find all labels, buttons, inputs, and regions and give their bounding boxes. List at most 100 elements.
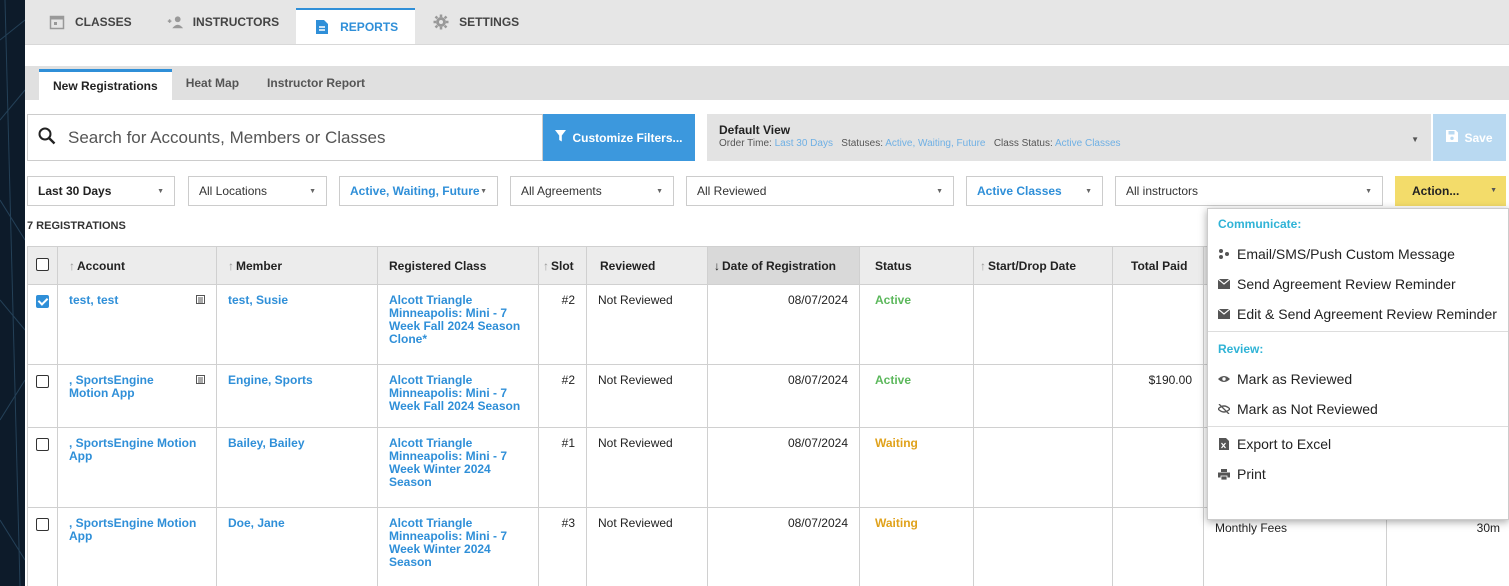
excel-icon: [1218, 438, 1230, 450]
account-link[interactable]: , SportsEngine Motion App: [57, 507, 217, 586]
reviewed-select[interactable]: All Reviewed ▼: [686, 176, 954, 206]
customize-filters-button[interactable]: Customize Filters...: [543, 114, 695, 161]
menu-item-export-excel[interactable]: Export to Excel: [1208, 429, 1508, 459]
row-select-cell: [27, 427, 58, 508]
row-checkbox[interactable]: [36, 438, 49, 451]
note-icon[interactable]: [196, 375, 205, 384]
select-all-checkbox[interactable]: [36, 257, 49, 271]
column-header-date-of-registration[interactable]: ↓ Date of Registration: [707, 246, 860, 285]
date-cell: 08/07/2024: [707, 507, 860, 586]
save-button[interactable]: Save: [1433, 114, 1506, 161]
member-link[interactable]: test, Susie: [216, 284, 378, 365]
chevron-down-icon: ▼: [157, 188, 164, 195]
agreements-select[interactable]: All Agreements ▼: [510, 176, 674, 206]
menu-item-mark-reviewed[interactable]: Mark as Reviewed: [1208, 364, 1508, 394]
filter-icon: [555, 130, 567, 145]
row-checkbox[interactable]: [36, 375, 49, 388]
chevron-down-icon: ▼: [1411, 135, 1419, 144]
subtab-instructor-report[interactable]: Instructor Report: [253, 66, 379, 100]
reviewed-cell: Not Reviewed: [586, 427, 708, 508]
member-link[interactable]: Doe, Jane: [216, 507, 378, 586]
slot-cell: #2: [538, 364, 587, 428]
tab-reports[interactable]: REPORTS: [296, 8, 416, 44]
total-paid-cell: $190.00: [1112, 364, 1204, 428]
member-link[interactable]: Bailey, Bailey: [216, 427, 378, 508]
sort-arrow-down-icon: ↓: [714, 258, 720, 273]
status-badge: Active: [859, 364, 974, 428]
menu-item-custom-message[interactable]: Email/SMS/Push Custom Message: [1208, 239, 1508, 269]
instructors-select[interactable]: All instructors ▼: [1115, 176, 1383, 206]
status-badge: Waiting: [859, 507, 974, 586]
action-dropdown-button[interactable]: Action... ▼: [1395, 176, 1506, 206]
reviewed-cell: Not Reviewed: [586, 364, 708, 428]
column-header-member[interactable]: ↑ Member: [216, 246, 378, 285]
class-link[interactable]: Alcott Triangle Minneapolis: Mini - 7 We…: [377, 284, 539, 365]
class-status-label: Class Status:: [993, 138, 1053, 149]
period-select[interactable]: Last 30 Days ▼: [27, 176, 175, 206]
column-header-status[interactable]: Status: [859, 246, 974, 285]
chevron-down-icon: ▼: [936, 188, 943, 195]
main-tab-bar: CLASSES INSTRUCTORS REPORTS SETTINGS: [25, 0, 1509, 45]
column-header-start-drop-date[interactable]: ↑ Start/Drop Date: [973, 246, 1113, 285]
view-title: Default View: [719, 123, 791, 137]
menu-item-print[interactable]: Print: [1208, 459, 1508, 489]
column-header-reviewed[interactable]: Reviewed: [586, 246, 708, 285]
class-link[interactable]: Alcott Triangle Minneapolis: Mini - 7 We…: [377, 507, 539, 586]
saved-view-selector[interactable]: Default View Order Time: Last 30 Days St…: [707, 114, 1431, 161]
subtab-new-registrations[interactable]: New Registrations: [39, 69, 172, 100]
statuses-label: Statuses:: [841, 138, 883, 149]
tab-label: INSTRUCTORS: [192, 15, 280, 29]
subtab-heat-map[interactable]: Heat Map: [172, 66, 253, 100]
select-all-cell: [27, 246, 58, 285]
column-header-slot[interactable]: ↑ Slot: [538, 246, 587, 285]
customize-filters-label: Customize Filters...: [572, 130, 683, 145]
note-icon[interactable]: [196, 295, 205, 304]
class-link[interactable]: Alcott Triangle Minneapolis: Mini - 7 We…: [377, 364, 539, 428]
start-drop-date-cell: [973, 427, 1113, 508]
statuses-value: Active, Waiting, Future: [885, 138, 986, 149]
tab-classes[interactable]: CLASSES: [31, 0, 149, 44]
tab-instructors[interactable]: INSTRUCTORS: [149, 0, 296, 44]
class-status-select[interactable]: Active Classes ▼: [966, 176, 1103, 206]
order-time-label: Order Time:: [719, 138, 772, 149]
tab-label: CLASSES: [75, 15, 132, 29]
column-header-registered-class[interactable]: Registered Class: [377, 246, 539, 285]
search-input[interactable]: [68, 127, 528, 148]
account-link[interactable]: , SportsEngine Motion App: [57, 427, 217, 508]
locations-value: All Locations: [199, 184, 268, 198]
menu-item-edit-send-agreement-reminder[interactable]: Edit & Send Agreement Review Reminder: [1208, 299, 1508, 329]
account-link[interactable]: , SportsEngine Motion App: [69, 374, 196, 400]
menu-divider: [1208, 426, 1508, 427]
search-icon: [38, 127, 56, 148]
search-box: [27, 114, 543, 161]
tab-label: SETTINGS: [459, 15, 520, 29]
class-status-value: Active Classes: [1054, 138, 1121, 149]
row-checkbox[interactable]: [36, 518, 49, 531]
start-drop-date-cell: [973, 507, 1113, 586]
menu-item-mark-not-reviewed[interactable]: Mark as Not Reviewed: [1208, 394, 1508, 424]
eye-slash-icon: [1218, 403, 1230, 415]
account-cell: test, test: [57, 284, 217, 365]
status-badge: Active: [859, 284, 974, 365]
column-header-total-paid[interactable]: Total Paid: [1112, 246, 1204, 285]
row-checkbox[interactable]: [36, 295, 49, 308]
tab-settings[interactable]: SETTINGS: [415, 0, 536, 44]
reports-app: CLASSES INSTRUCTORS REPORTS SETTINGS New…: [25, 0, 1509, 586]
start-drop-date-cell: [973, 364, 1113, 428]
reviewed-cell: Not Reviewed: [586, 284, 708, 365]
locations-select[interactable]: All Locations ▼: [188, 176, 327, 206]
class-link[interactable]: Alcott Triangle Minneapolis: Mini - 7 We…: [377, 427, 539, 508]
member-link[interactable]: Engine, Sports: [216, 364, 378, 428]
column-header-account[interactable]: ↑ Account: [57, 246, 217, 285]
floppy-disk-icon: [1446, 130, 1459, 145]
chevron-down-icon: ▼: [1490, 187, 1497, 194]
calendar-icon: [48, 13, 66, 31]
menu-item-send-agreement-reminder[interactable]: Send Agreement Review Reminder: [1208, 269, 1508, 299]
registrations-count: 7 REGISTRATIONS: [27, 220, 126, 232]
chevron-down-icon: ▼: [656, 188, 663, 195]
account-cell: , SportsEngine Motion App: [57, 364, 217, 428]
row-select-cell: [27, 284, 58, 365]
start-drop-date-cell: [973, 284, 1113, 365]
account-link[interactable]: test, test: [69, 294, 118, 307]
statuses-select[interactable]: Active, Waiting, Future ▼: [339, 176, 498, 206]
